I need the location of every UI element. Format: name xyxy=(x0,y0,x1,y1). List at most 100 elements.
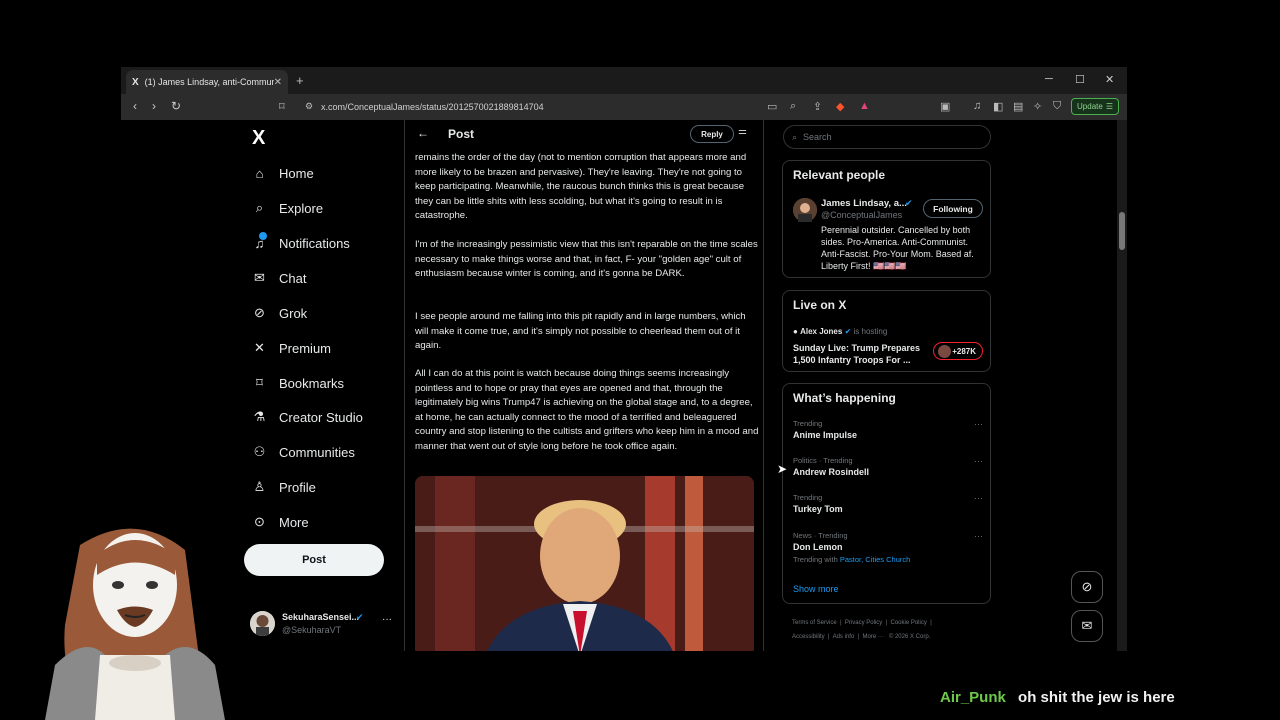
footer-link[interactable]: Accessibility xyxy=(792,634,825,640)
more-options-icon[interactable]: ··· xyxy=(974,531,983,541)
grok-fab-button[interactable]: ⊘ xyxy=(1071,571,1103,603)
sidebar-icon[interactable]: ◧ xyxy=(993,100,1003,113)
nav-creator-studio[interactable]: ⚗ Creator Studio xyxy=(251,406,363,428)
card-title: What’s happening xyxy=(793,391,896,405)
post-column: ← Post Reply ⚌ remains the order of the … xyxy=(404,120,764,651)
avatar xyxy=(250,611,275,636)
mail-icon: ✉ xyxy=(1081,618,1093,633)
vtuber-avatar xyxy=(25,515,235,720)
more-options-icon[interactable]: ··· xyxy=(974,493,983,503)
post-text-paragraph: I'm of the increasingly pessimistic view… xyxy=(415,239,758,279)
bookmark-icon: ⌑ xyxy=(256,375,263,390)
account-switcher[interactable]: SekuharaSensei... ✔ @SekuharaVT ··· xyxy=(250,611,395,641)
post-text-paragraph: I see people around me falling into this… xyxy=(415,311,746,351)
grok-icon: ⊘ xyxy=(254,305,265,320)
page-title: Post xyxy=(448,127,475,141)
forward-icon[interactable]: › xyxy=(152,99,156,113)
post-header: ← Post Reply ⚌ xyxy=(405,120,765,148)
host-avatar-icon: ● xyxy=(793,327,798,336)
more-options-icon[interactable]: ··· xyxy=(974,456,983,466)
bookmark-page-icon[interactable]: ⌑ xyxy=(279,100,285,113)
person-handle: @ConceptualJames xyxy=(821,210,903,220)
messages-fab-button[interactable]: ✉ xyxy=(1071,610,1103,642)
nav-explore[interactable]: ⌕ Explore xyxy=(251,197,323,219)
more-icon: ⊙ xyxy=(254,514,265,529)
footer-link[interactable]: Privacy Policy xyxy=(845,620,882,626)
zoom-icon[interactable]: ⌕ xyxy=(790,100,796,113)
browser-window: X (1) James Lindsay, anti-Commun ✕ + ─ ☐… xyxy=(121,67,1127,651)
nav-premium[interactable]: ✕ Premium xyxy=(251,337,331,359)
footer-link[interactable]: More ··· xyxy=(863,634,884,640)
back-arrow-icon[interactable]: ← xyxy=(417,126,429,140)
post-button[interactable]: Post xyxy=(244,544,384,576)
relevant-people-card: Relevant people James Lindsay, a... ✔ @C… xyxy=(782,160,991,278)
flask-icon: ⚗ xyxy=(253,409,266,424)
footer-link[interactable]: Terms of Service xyxy=(792,620,837,626)
notification-badge xyxy=(259,232,267,240)
post-image[interactable] xyxy=(415,476,754,651)
nav-more[interactable]: ⊙ More xyxy=(251,511,309,533)
nav-home[interactable]: ⌂ Home xyxy=(251,162,314,184)
music-icon[interactable]: ♫ xyxy=(973,100,981,112)
live-viewer-count[interactable]: +287K xyxy=(933,342,983,360)
show-more-link[interactable]: Show more xyxy=(793,584,839,594)
update-button[interactable]: Update ☰ xyxy=(1071,98,1119,115)
web-page: X ⌂ Home ⌕ Explore ♫ Notifications ✉ Cha… xyxy=(121,120,1127,651)
rewards-icon[interactable]: ▲ xyxy=(859,100,870,112)
avatar[interactable] xyxy=(793,198,817,222)
footer-link[interactable]: Ads info xyxy=(833,634,855,640)
brave-shield-icon[interactable]: ◆ xyxy=(836,100,844,113)
home-icon: ⌂ xyxy=(255,165,264,181)
person-name[interactable]: James Lindsay, a... xyxy=(821,198,907,209)
footer-links: Terms of Service | Privacy Policy | Cook… xyxy=(792,620,932,640)
page-scrollbar[interactable] xyxy=(1117,120,1127,651)
cast-icon[interactable]: ▭ xyxy=(767,100,777,113)
whats-happening-card: What’s happening Trending Anime Impulse … xyxy=(782,383,991,604)
reload-icon[interactable]: ↻ xyxy=(171,99,181,113)
x-icon: ✕ xyxy=(254,340,265,355)
trend-item[interactable]: Trending Turkey Tom ··· xyxy=(793,493,983,514)
maximize-icon[interactable]: ☐ xyxy=(1075,73,1085,86)
vpn-icon[interactable]: ⛉ xyxy=(1053,100,1061,113)
new-tab-icon[interactable]: + xyxy=(296,73,304,88)
tab-bar: X (1) James Lindsay, anti-Commun ✕ + ─ ☐… xyxy=(121,67,1127,94)
live-stream-title[interactable]: Sunday Live: Trump Prepares 1,500 Infant… xyxy=(793,342,928,366)
search-input[interactable]: ⌕ Search xyxy=(783,125,991,149)
post-text-paragraph: remains the order of the day (not to men… xyxy=(415,152,747,221)
site-info-icon[interactable]: ⚙ xyxy=(305,101,313,112)
trend-item[interactable]: News · Trending Don Lemon Trending with … xyxy=(793,531,983,564)
nav-bookmarks[interactable]: ⌑ Bookmarks xyxy=(251,372,344,394)
tab-close-icon[interactable]: ✕ xyxy=(274,77,282,88)
live-host[interactable]: ● Alex Jones ✔ is hosting xyxy=(793,327,887,336)
scrollbar-thumb[interactable] xyxy=(1119,212,1125,250)
nav-profile[interactable]: ♙ Profile xyxy=(251,476,316,498)
avatar xyxy=(938,345,951,358)
live-on-x-card: Live on X ● Alex Jones ✔ is hosting Sund… xyxy=(782,290,991,372)
leo-icon[interactable]: ✧ xyxy=(1033,100,1042,113)
trend-related-link[interactable]: Pastor, Cities Church xyxy=(840,555,910,564)
more-options-icon[interactable]: ··· xyxy=(382,614,392,625)
extensions-panel-icon[interactable]: ▣ xyxy=(940,100,950,113)
minimize-icon[interactable]: ─ xyxy=(1045,73,1053,85)
trend-item[interactable]: Politics · Trending Andrew Rosindell ··· xyxy=(793,456,983,477)
trend-item[interactable]: Trending Anime Impulse ··· xyxy=(793,419,983,440)
browser-tab[interactable]: X (1) James Lindsay, anti-Commun ✕ xyxy=(126,70,288,94)
search-icon: ⌕ xyxy=(255,200,264,215)
following-button[interactable]: Following xyxy=(923,199,983,218)
nav-grok[interactable]: ⊘ Grok xyxy=(251,302,307,324)
close-window-icon[interactable]: ✕ xyxy=(1105,73,1114,86)
footer-link[interactable]: Cookie Policy xyxy=(891,620,927,626)
x-logo-icon[interactable]: X xyxy=(252,127,265,150)
copyright: © 2026 X Corp. xyxy=(888,634,931,640)
browser-toolbar: ‹ › ↻ ⌑ ⚙ x.com/ConceptualJames/status/2… xyxy=(121,94,1127,120)
filter-settings-icon[interactable]: ⚌ xyxy=(738,126,747,137)
nav-communities[interactable]: ⚇ Communities xyxy=(251,441,355,463)
reply-button[interactable]: Reply xyxy=(690,125,734,143)
wallet-icon[interactable]: ▤ xyxy=(1013,100,1023,113)
more-options-icon[interactable]: ··· xyxy=(974,419,983,429)
verified-icon: ✔ xyxy=(356,612,364,622)
back-icon[interactable]: ‹ xyxy=(133,99,137,113)
nav-chat[interactable]: ✉ Chat xyxy=(251,267,306,289)
card-title: Live on X xyxy=(793,298,847,312)
share-icon[interactable]: ⇪ xyxy=(813,100,822,113)
